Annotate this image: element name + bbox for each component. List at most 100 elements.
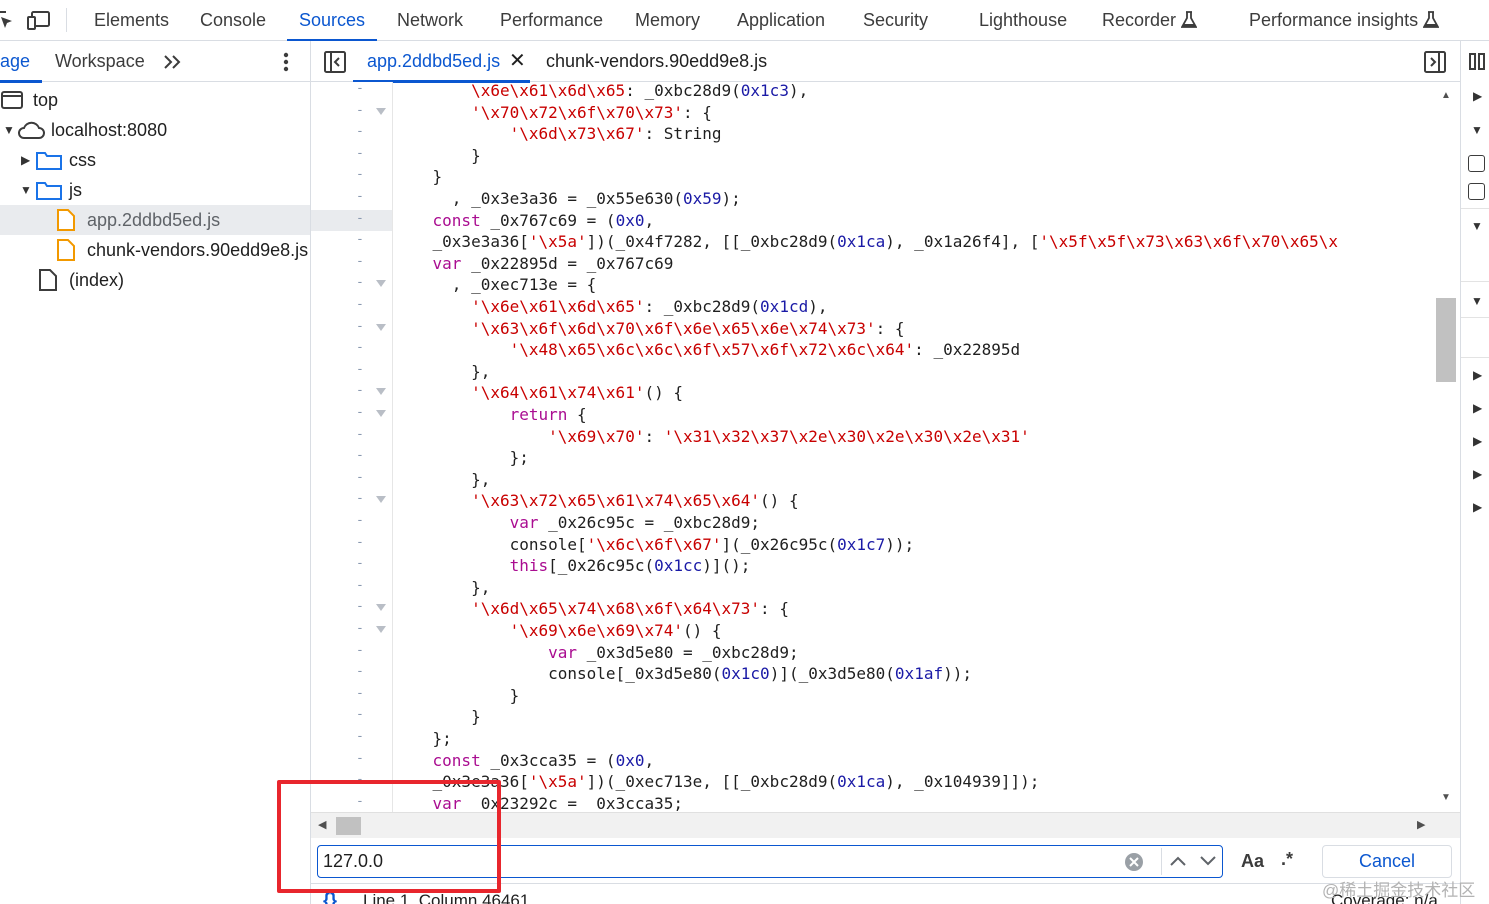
tree-item-index[interactable]: (index) (0, 265, 310, 295)
gutter-line[interactable]: - (311, 296, 392, 318)
code-line[interactable]: const _0x3cca35 = (0x0, (394, 750, 655, 772)
code-line[interactable]: '\x69\x6e\x69\x74'() { (394, 620, 722, 642)
fold-arrow-icon[interactable] (376, 496, 386, 504)
toggle-debugger-icon[interactable] (1424, 51, 1446, 73)
gutter-line[interactable]: - (311, 382, 392, 404)
scroll-right-arrow-icon[interactable]: ▶ (1417, 818, 1425, 831)
code-line[interactable]: console[_0x3d5e80(0x1c0)](_0x3d5e80(0x1a… (394, 663, 972, 685)
expanded-triangle-icon[interactable]: ▼ (1471, 123, 1483, 137)
tab-lighthouse[interactable]: Lighthouse (979, 0, 1067, 41)
line-gutter[interactable]: ---------------------------------- (311, 82, 393, 812)
gutter-line[interactable]: - (311, 685, 392, 707)
fold-arrow-icon[interactable] (376, 107, 386, 115)
code-line[interactable]: \x6e\x61\x6d\x65: _0xbc28d9(0x1c3), (394, 82, 808, 102)
gutter-line[interactable]: - (311, 209, 392, 232)
tab-application[interactable]: Application (737, 0, 825, 41)
tab-security[interactable]: Security (863, 0, 928, 41)
tree-item-localhost[interactable]: ▼ localhost:8080 (0, 115, 310, 145)
gutter-line[interactable]: - (311, 82, 392, 102)
fold-arrow-icon[interactable] (376, 626, 386, 633)
collapsed-triangle-icon[interactable]: ▶ (1473, 368, 1482, 382)
expanded-triangle-icon[interactable]: ▼ (1471, 219, 1483, 233)
nav-tab-page[interactable]: age (0, 41, 43, 83)
code-line[interactable]: _0x3e3a36['\x5a'])(_0x4f7282, [[_0xbc28d… (394, 231, 1339, 253)
gutter-line[interactable]: - (311, 447, 392, 469)
gutter-line[interactable]: - (311, 231, 392, 253)
collapsed-triangle-icon[interactable]: ▶ (1473, 500, 1482, 514)
code-line[interactable]: return { (394, 404, 587, 426)
code-line[interactable]: , _0x3e3a36 = _0x55e630(0x59); (394, 188, 741, 210)
fold-arrow-icon[interactable] (376, 280, 386, 288)
gutter-line[interactable]: - (311, 166, 392, 188)
collapsed-triangle-icon[interactable]: ▶ (21, 145, 30, 175)
more-options-icon[interactable] (280, 51, 292, 73)
gutter-line[interactable]: - (311, 555, 392, 577)
editor-tab-app-js[interactable]: app.2ddbd5ed.js ✕ (352, 41, 531, 83)
code-line[interactable]: this[_0x26c95c(0x1cc)](); (394, 555, 751, 577)
gutter-line[interactable]: - (311, 534, 392, 556)
vertical-scrollbar[interactable]: ▲ ▼ (1434, 82, 1460, 812)
gutter-line[interactable]: - (311, 188, 392, 210)
tab-elements[interactable]: Elements (94, 0, 169, 41)
device-toolbar-icon[interactable] (27, 9, 51, 31)
code-line[interactable]: } (394, 706, 481, 728)
tab-recorder[interactable]: Recorder (1102, 0, 1197, 41)
expanded-triangle-icon[interactable]: ▼ (20, 175, 32, 205)
editor-tab-chunk-vendors-js[interactable]: chunk-vendors.90edd9e8.js (546, 41, 767, 82)
collapsed-triangle-icon[interactable]: ▶ (1473, 401, 1482, 415)
tab-sources[interactable]: Sources (286, 0, 378, 42)
vertical-scrollbar-thumb[interactable] (1436, 298, 1456, 382)
gutter-line[interactable]: - (311, 620, 392, 642)
code-line[interactable]: console['\x6c\x6f\x67'](_0x26c95c(0x1c7)… (394, 534, 915, 556)
close-icon[interactable]: ✕ (509, 41, 526, 82)
fold-arrow-icon[interactable] (376, 388, 386, 396)
checkbox[interactable] (1468, 183, 1485, 200)
tab-memory[interactable]: Memory (635, 0, 700, 41)
gutter-line[interactable]: - (311, 469, 392, 491)
code-line[interactable]: '\x64\x61\x74\x61'() { (394, 382, 683, 404)
nav-tab-workspace[interactable]: Workspace (55, 41, 145, 82)
code-line[interactable]: }; (394, 447, 529, 469)
cancel-button[interactable]: Cancel (1322, 845, 1452, 878)
gutter-line[interactable]: - (311, 642, 392, 664)
gutter-line[interactable]: - (311, 123, 392, 145)
code-line[interactable]: '\x48\x65\x6c\x6c\x6f\x57\x6f\x72\x6c\x6… (394, 339, 1021, 361)
fold-arrow-icon[interactable] (376, 323, 386, 331)
code-area[interactable]: \x6e\x61\x6d\x65: _0xbc28d9(0x1c3), '\x7… (394, 82, 1434, 812)
gutter-line[interactable]: - (311, 706, 392, 728)
gutter-line[interactable]: - (311, 426, 392, 448)
gutter-line[interactable]: - (311, 102, 392, 124)
code-line[interactable]: , _0xec713e = { (394, 274, 597, 296)
code-line[interactable]: }; (394, 728, 452, 750)
tab-network[interactable]: Network (397, 0, 463, 41)
scroll-down-arrow-icon[interactable]: ▼ (1441, 792, 1451, 803)
tree-item-chunk-vendors-js[interactable]: chunk-vendors.90edd9e8.js (0, 235, 310, 265)
inspect-element-icon[interactable] (0, 9, 16, 31)
tree-item-top[interactable]: top (0, 85, 310, 115)
gutter-line[interactable]: - (311, 404, 392, 426)
code-line[interactable]: '\x6e\x61\x6d\x65': _0xbc28d9(0x1cd), (394, 296, 827, 318)
gutter-line[interactable]: - (311, 145, 392, 167)
tab-performance[interactable]: Performance (500, 0, 603, 41)
tab-performance-insights[interactable]: Performance insights (1249, 0, 1439, 41)
gutter-line[interactable]: - (311, 728, 392, 750)
more-tabs-chevron-icon[interactable] (163, 53, 183, 71)
expanded-triangle-icon[interactable]: ▼ (1471, 294, 1483, 308)
checkbox[interactable] (1468, 155, 1485, 172)
code-line[interactable]: '\x63\x72\x65\x61\x74\x65\x64'() { (394, 490, 799, 512)
collapsed-triangle-icon[interactable]: ▶ (1473, 434, 1482, 448)
gutter-line[interactable]: - (311, 339, 392, 361)
code-line[interactable]: '\x6d\x73\x67': String (394, 123, 722, 145)
code-line[interactable]: '\x69\x70': '\x31\x32\x37\x2e\x30\x2e\x3… (394, 426, 1030, 448)
gutter-line[interactable]: - (311, 512, 392, 534)
code-line[interactable]: } (394, 145, 481, 167)
gutter-line[interactable]: - (311, 750, 392, 772)
previous-match-icon[interactable] (1169, 854, 1187, 868)
match-case-button[interactable]: Aa (1241, 851, 1264, 872)
code-line[interactable]: }, (394, 361, 490, 383)
code-line[interactable]: const _0x767c69 = (0x0, (394, 210, 655, 232)
code-line[interactable]: }, (394, 469, 490, 491)
code-line[interactable]: }, (394, 577, 490, 599)
toggle-navigator-icon[interactable] (324, 51, 346, 73)
collapsed-triangle-icon[interactable]: ▶ (1473, 89, 1482, 103)
